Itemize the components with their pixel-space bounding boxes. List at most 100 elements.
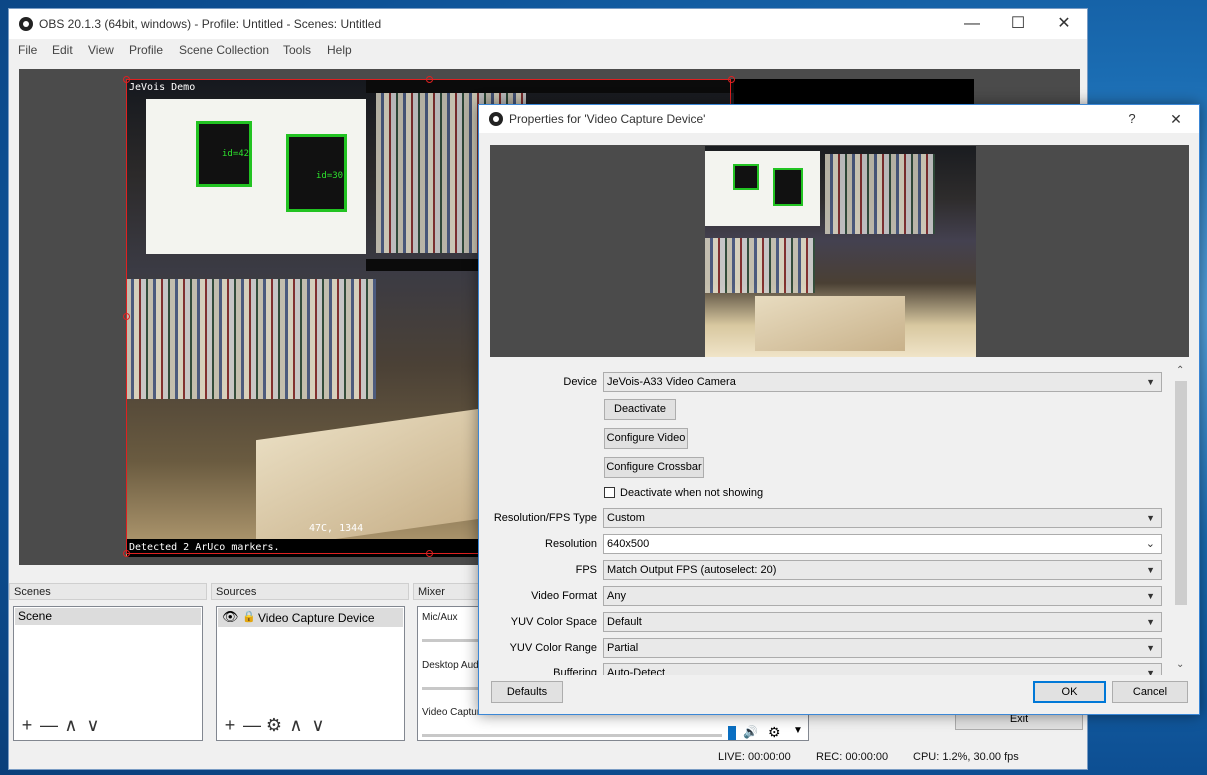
- add-source-button[interactable]: +: [219, 713, 241, 737]
- resolution-combo[interactable]: 640x500 ⌄: [603, 534, 1162, 554]
- volume-slider-handle[interactable]: [728, 726, 736, 740]
- add-scene-button[interactable]: +: [16, 713, 38, 737]
- aruco-marker-left: [733, 164, 759, 190]
- dialog-close-button[interactable]: ✕: [1153, 105, 1199, 133]
- cpu-status: CPU: 1.2%, 30.00 fps: [913, 751, 1019, 763]
- menu-tools[interactable]: Tools: [283, 43, 311, 57]
- move-source-up-button[interactable]: ∧: [285, 713, 307, 737]
- device-label: Device: [563, 376, 597, 388]
- cardboard: [755, 296, 905, 351]
- close-button[interactable]: ✕: [1041, 9, 1087, 39]
- help-button[interactable]: ?: [1109, 105, 1155, 133]
- buffering-select[interactable]: Auto-Detect ▼: [603, 663, 1162, 675]
- move-source-down-button[interactable]: ∨: [307, 713, 329, 737]
- status-bar: LIVE: 00:00:00 REC: 00:00:00 CPU: 1.2%, …: [9, 744, 1087, 769]
- resize-handle-bl[interactable]: [123, 550, 130, 557]
- fps-label: FPS: [575, 564, 597, 576]
- menu-help[interactable]: Help: [327, 43, 352, 57]
- lock-icon[interactable]: 🔒: [242, 610, 256, 623]
- fps-select[interactable]: Match Output FPS (autoselect: 20) ▼: [603, 560, 1162, 580]
- resize-handle-tr[interactable]: [728, 76, 735, 83]
- sources-toolbar: + — ⚙ ∧ ∨: [219, 713, 405, 737]
- chevron-down-icon: ▼: [1146, 513, 1155, 523]
- yuv-color-range-select[interactable]: Partial ▼: [603, 638, 1162, 658]
- resize-handle-tl[interactable]: [123, 76, 130, 83]
- video-format-label: Video Format: [531, 590, 597, 602]
- scroll-up-icon[interactable]: ⌃: [1176, 365, 1184, 376]
- buffering-row-clip: Buffering Auto-Detect ▼: [479, 663, 1171, 675]
- source-item-label: Video Capture Device: [258, 611, 375, 625]
- chevron-down-icon: ▼: [1146, 668, 1155, 675]
- resolution-label: Resolution: [545, 538, 597, 550]
- scroll-down-icon[interactable]: ⌄: [1176, 659, 1184, 670]
- chevron-down-icon: ⌄: [1145, 538, 1155, 550]
- ok-button[interactable]: OK: [1033, 681, 1106, 703]
- remove-source-button[interactable]: —: [241, 713, 263, 737]
- buffering-value: Auto-Detect: [607, 667, 666, 675]
- cancel-button[interactable]: Cancel: [1112, 681, 1188, 703]
- configure-crossbar-button[interactable]: Configure Crossbar: [604, 457, 704, 478]
- resize-handle-l[interactable]: [123, 313, 130, 320]
- menu-edit[interactable]: Edit: [52, 43, 73, 57]
- dialog-preview-video: [705, 146, 976, 357]
- resize-handle-b[interactable]: [426, 550, 433, 557]
- deactivate-button[interactable]: Deactivate: [604, 399, 676, 420]
- configure-video-button[interactable]: Configure Video: [604, 428, 688, 449]
- obs-logo-icon: [489, 112, 503, 126]
- eye-icon[interactable]: 👁: [222, 609, 239, 625]
- live-status: LIVE: 00:00:00: [718, 751, 791, 763]
- video-format-select[interactable]: Any ▼: [603, 586, 1162, 606]
- resolution-fps-type-label: Resolution/FPS Type: [493, 512, 597, 524]
- menu-scene-collection[interactable]: Scene Collection: [179, 43, 269, 57]
- yuv-color-range-label: YUV Color Range: [509, 642, 597, 654]
- minimize-button[interactable]: —: [949, 9, 995, 39]
- scenes-toolbar: + — ∧ ∨: [16, 713, 202, 737]
- chevron-down-icon[interactable]: ▼: [793, 725, 803, 736]
- buffering-label: Buffering: [553, 667, 597, 675]
- dialog-title-bar[interactable]: Properties for 'Video Capture Device' ? …: [479, 105, 1199, 133]
- chevron-down-icon: ▼: [1146, 591, 1155, 601]
- scrollbar-thumb[interactable]: [1175, 381, 1187, 605]
- resolution-fps-type-value: Custom: [607, 512, 645, 524]
- mixer-volume-slider[interactable]: [422, 734, 722, 737]
- move-scene-up-button[interactable]: ∧: [60, 713, 82, 737]
- gear-icon[interactable]: ⚙: [768, 724, 781, 741]
- chevron-down-icon: ▼: [1146, 643, 1155, 653]
- defaults-button[interactable]: Defaults: [491, 681, 563, 703]
- remove-scene-button[interactable]: —: [38, 713, 60, 737]
- move-scene-down-button[interactable]: ∨: [82, 713, 104, 737]
- menu-file[interactable]: File: [18, 43, 37, 57]
- bookshelf: [825, 154, 935, 234]
- obs-title-bar[interactable]: OBS 20.1.3 (64bit, windows) - Profile: U…: [9, 9, 1087, 39]
- deactivate-when-not-showing-label: Deactivate when not showing: [620, 487, 764, 499]
- device-select[interactable]: JeVois-A33 Video Camera ▼: [603, 372, 1162, 392]
- yuv-color-range-value: Partial: [607, 642, 639, 654]
- scene-item[interactable]: Scene: [15, 608, 201, 625]
- mixer-track-label: Mic/Aux: [422, 612, 458, 623]
- video-format-value: Any: [607, 590, 626, 602]
- mixer-track-label: Desktop Audio: [422, 660, 487, 671]
- deactivate-when-not-showing-checkbox[interactable]: [604, 487, 615, 498]
- sources-dock-title: Sources: [211, 583, 409, 600]
- scenes-list[interactable]: Scene + — ∧ ∨: [13, 606, 203, 741]
- device-value: JeVois-A33 Video Camera: [607, 376, 736, 388]
- yuv-color-space-value: Default: [607, 616, 642, 628]
- resize-handle-t[interactable]: [426, 76, 433, 83]
- source-settings-button[interactable]: ⚙: [263, 713, 285, 737]
- sources-list[interactable]: 👁 🔒 Video Capture Device + — ⚙ ∧ ∨: [216, 606, 405, 741]
- menu-view[interactable]: View: [88, 43, 114, 57]
- menu-profile[interactable]: Profile: [129, 43, 163, 57]
- yuv-color-space-select[interactable]: Default ▼: [603, 612, 1162, 632]
- dialog-title: Properties for 'Video Capture Device': [509, 112, 706, 126]
- scenes-dock-title: Scenes: [9, 583, 207, 600]
- fps-value: Match Output FPS (autoselect: 20): [607, 564, 777, 576]
- chevron-down-icon: ▼: [1146, 565, 1155, 575]
- maximize-button[interactable]: ☐: [995, 9, 1041, 39]
- yuv-color-space-label: YUV Color Space: [510, 616, 597, 628]
- source-item[interactable]: 👁 🔒 Video Capture Device: [218, 608, 403, 627]
- resolution-fps-type-select[interactable]: Custom ▼: [603, 508, 1162, 528]
- obs-logo-icon: [19, 17, 33, 31]
- obs-window-title: OBS 20.1.3 (64bit, windows) - Profile: U…: [39, 17, 382, 31]
- speaker-icon[interactable]: 🔊: [743, 725, 758, 739]
- menu-bar: File Edit View Profile Scene Collection …: [9, 39, 1087, 61]
